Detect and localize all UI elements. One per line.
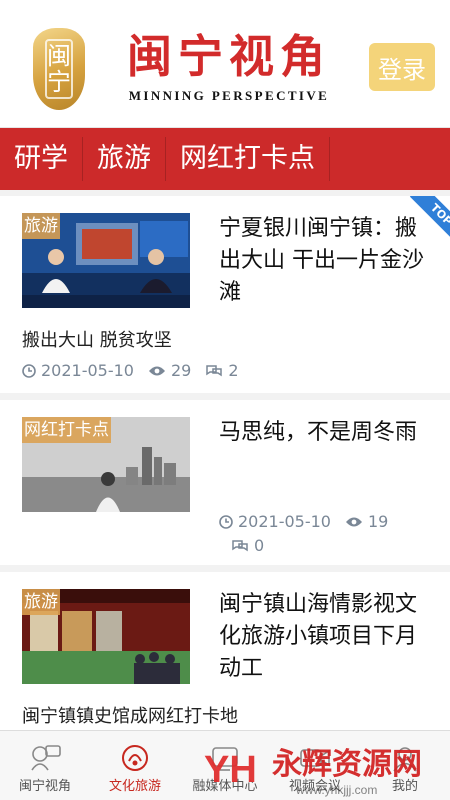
profile-icon (393, 747, 417, 772)
article-card[interactable]: 网红打卡点 马思纯，不是周冬雨 2021-05-10 19 0 (0, 400, 450, 565)
nav-profile[interactable]: 我的 (360, 731, 450, 800)
nav-minning-perspective[interactable]: 闽宁视角 (0, 731, 90, 800)
comment-count: 2 (228, 361, 239, 380)
article-meta: 2021-05-10 29 2 (22, 361, 253, 380)
tab-research[interactable]: 研学 (0, 137, 83, 181)
article-card[interactable]: 旅游 闽宁镇山海情影视文化旅游小镇项目下月动工 闽宁镇镇史馆成网红打卡地 (0, 572, 450, 737)
brand-subtitle: MINNING PERSPECTIVE (128, 88, 330, 103)
seal-text: 闽宁 (45, 39, 73, 99)
article-list: 旅游 宁夏银川闽宁镇：搬出大山 干出一片金沙滩 搬出大山 脱贫攻坚 2021-0… (0, 196, 450, 737)
clock-icon (22, 363, 36, 378)
tab-hotspots[interactable]: 网红打卡点 (166, 137, 330, 181)
nav-video-meeting[interactable]: 视频会议 (270, 731, 360, 800)
video-icon (300, 749, 330, 767)
app-logo-seal: 闽宁 (33, 28, 85, 110)
nav-media-center[interactable]: 融媒体中心 (180, 731, 270, 800)
top-badge: TOP (402, 196, 450, 244)
bottom-nav: 闽宁视角 文化旅游 融媒体中心 视频会议 我的 (0, 730, 450, 800)
brand-title: 闽宁视角 (126, 30, 331, 83)
tab-travel[interactable]: 旅游 (83, 137, 166, 181)
brand-block: 闽宁视角 MINNING PERSPECTIVE (104, 30, 354, 104)
category-tag: 网红打卡点 (22, 417, 111, 443)
article-meta-comments: 0 (231, 536, 278, 555)
category-tag: 旅游 (22, 589, 60, 615)
comment-count: 0 (254, 536, 265, 555)
nav-label: 闽宁视角 (18, 779, 71, 794)
clock-icon (219, 514, 233, 529)
comment-icon (206, 364, 223, 376)
article-card[interactable]: 旅游 宁夏银川闽宁镇：搬出大山 干出一片金沙滩 搬出大山 脱贫攻坚 2021-0… (0, 196, 450, 393)
article-date: 2021-05-10 (41, 361, 134, 380)
category-tag: 旅游 (22, 213, 60, 239)
chat-bubbles-icon (31, 745, 61, 771)
comment-icon (232, 539, 248, 551)
view-count: 19 (367, 512, 389, 531)
nav-culture-travel[interactable]: 文化旅游 (90, 731, 180, 800)
nav-label: 视频会议 (288, 779, 341, 794)
app-header: 闽宁 闽宁视角 MINNING PERSPECTIVE 登录 (0, 0, 450, 128)
top-badge-label: TOP (409, 196, 450, 244)
category-tabs: 研学 旅游 网红打卡点 (0, 128, 450, 190)
article-meta: 2021-05-10 19 (219, 512, 402, 531)
article-subtitle: 闽宁镇镇史馆成网红打卡地 (22, 706, 238, 727)
article-subtitle: 搬出大山 脱贫攻坚 (22, 330, 172, 351)
article-thumbnail[interactable]: 网红打卡点 (22, 417, 190, 512)
nav-label: 融媒体中心 (192, 779, 258, 794)
media-center-icon (212, 747, 238, 771)
culture-travel-icon (122, 745, 148, 771)
eye-icon (148, 366, 165, 375)
article-date: 2021-05-10 (238, 512, 331, 531)
article-title[interactable]: 闽宁镇山海情影视文化旅游小镇项目下月动工 (219, 589, 434, 685)
nav-label: 我的 (391, 779, 418, 794)
login-button[interactable]: 登录 (369, 43, 435, 91)
nav-label: 文化旅游 (108, 779, 161, 794)
eye-icon (345, 517, 362, 526)
view-count: 29 (170, 361, 192, 380)
article-thumbnail[interactable]: 旅游 (22, 589, 190, 684)
article-thumbnail[interactable]: 旅游 (22, 213, 190, 308)
article-title[interactable]: 马思纯，不是周冬雨 (219, 417, 434, 449)
